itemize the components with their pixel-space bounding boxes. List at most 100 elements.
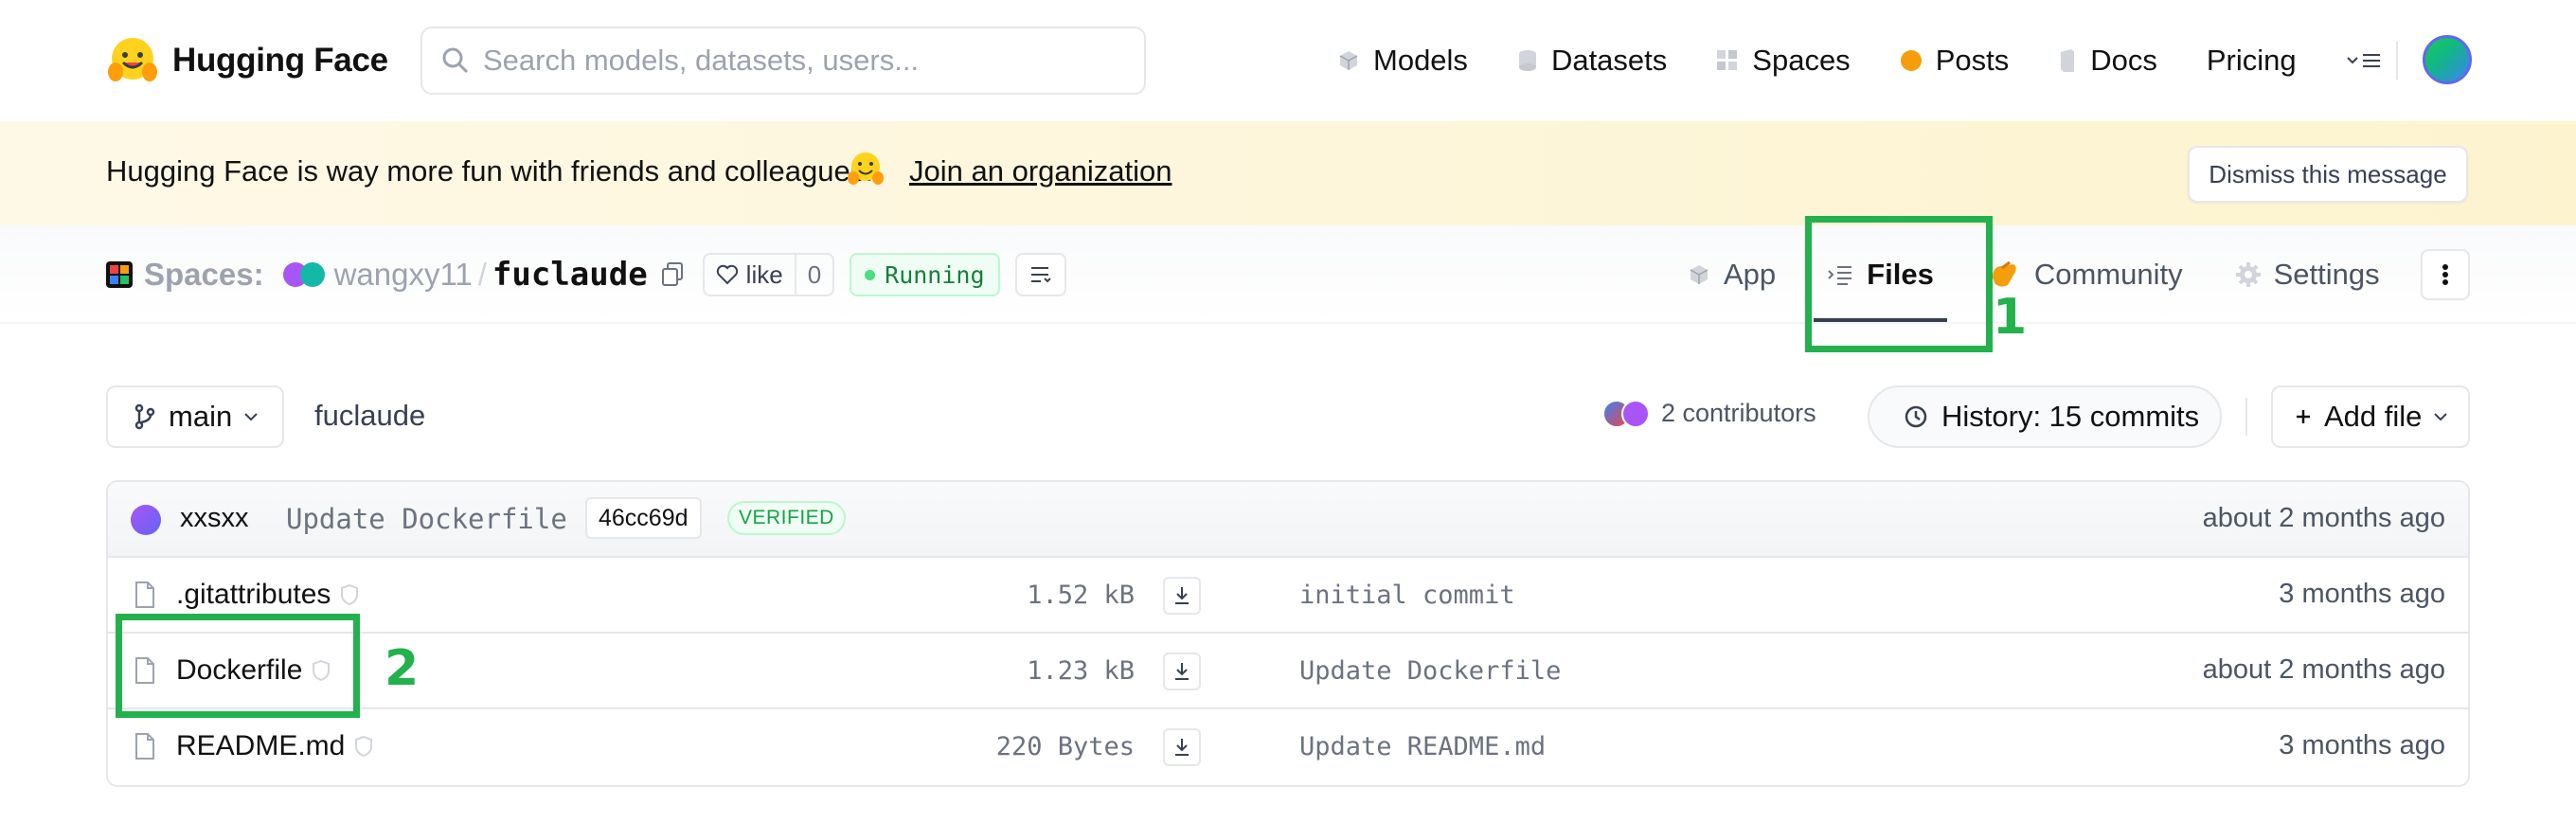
list-icon: [1030, 267, 1051, 283]
vertical-dots-icon: [2442, 264, 2448, 285]
logs-button[interactable]: [1014, 253, 1066, 296]
safe-shield-icon: [355, 736, 373, 757]
more-options-button[interactable]: [2421, 249, 2470, 300]
repo-name-link[interactable]: fuclaude: [492, 256, 648, 294]
brand-logo-link[interactable]: Hugging Face: [106, 32, 388, 89]
file-row[interactable]: .gitattributes 1.52 kB initial commit 3 …: [108, 558, 2468, 634]
annotation-number-1: 1: [1993, 289, 2028, 346]
nav-docs[interactable]: Docs: [2058, 44, 2157, 78]
running-status-badge[interactable]: Running: [850, 253, 1000, 296]
file-commit-message[interactable]: Update README.md: [1299, 732, 1546, 761]
file-row[interactable]: Dockerfile 1.23 kB Update Dockerfile abo…: [108, 634, 2468, 709]
status-dot-icon: [865, 269, 876, 280]
nav-posts-label: Posts: [1935, 44, 2010, 77]
like-button[interactable]: like 0: [702, 253, 835, 296]
cube-icon: [1690, 265, 1708, 284]
file-name: .gitattributes: [176, 579, 331, 610]
dismiss-banner-button[interactable]: Dismiss this message: [2188, 146, 2468, 203]
banner-text: Hugging Face is way more fun with friend…: [106, 154, 873, 188]
search-icon: [442, 47, 469, 74]
chevron-down-icon: [2434, 413, 2448, 421]
file-row[interactable]: README.md 220 Bytes Update README.md 3 m…: [108, 709, 2468, 785]
file-name-link[interactable]: .gitattributes: [176, 579, 359, 611]
file-commit-message[interactable]: Update Dockerfile: [1299, 656, 1561, 686]
repo-title-row: Spaces: wangxy11 / fuclaude like 0 Runni…: [106, 248, 1066, 301]
spaces-section-link[interactable]: Spaces:: [144, 257, 264, 293]
history-label: History: 15 commits: [1941, 400, 2200, 433]
add-file-button[interactable]: Add file: [2271, 385, 2470, 448]
search-box[interactable]: [420, 27, 1146, 95]
nav-posts[interactable]: Posts: [1900, 44, 2010, 78]
contributor-avatars: [1602, 399, 1650, 428]
like-count[interactable]: 0: [794, 255, 832, 295]
repo-owner-link[interactable]: wangxy11: [334, 257, 473, 293]
like-label: like: [745, 259, 783, 289]
nav-spaces[interactable]: Spaces: [1716, 44, 1851, 78]
history-button[interactable]: History: 15 commits: [1868, 385, 2222, 448]
nav-more-menu[interactable]: [2346, 49, 2382, 72]
tab-settings[interactable]: Settings: [2235, 225, 2380, 324]
nav-divider: [2396, 42, 2398, 80]
toolbar-divider: [2245, 398, 2247, 436]
community-icon: [1992, 260, 2016, 287]
repo-tabs: App Files Community Settings: [1688, 225, 2380, 324]
nav-pricing[interactable]: Pricing: [2207, 44, 2297, 78]
annotation-box-files-tab: [1805, 216, 1993, 352]
verified-badge: VERIFIED: [727, 501, 846, 535]
download-button[interactable]: [1163, 577, 1201, 615]
nav-datasets-label: Datasets: [1550, 44, 1668, 77]
nav-datasets[interactable]: Datasets: [1517, 44, 1667, 78]
commit-author[interactable]: xxsxx: [180, 503, 249, 534]
owner-avatar-secondary: [299, 262, 325, 287]
file-time: 3 months ago: [2279, 579, 2445, 609]
file-commit-message[interactable]: initial commit: [1299, 581, 1515, 610]
nav-models[interactable]: Models: [1337, 44, 1468, 78]
clock-icon: [1905, 405, 1927, 428]
download-button[interactable]: [1163, 728, 1201, 766]
heart-icon: [716, 264, 738, 285]
contributors-link[interactable]: 2 contributors: [1602, 399, 1816, 428]
file-name: README.md: [176, 730, 346, 761]
chevron-down-icon: [244, 413, 258, 421]
file-icon: [135, 733, 154, 760]
nav-models-label: Models: [1373, 44, 1468, 77]
hugging-face-logo-icon: [108, 38, 157, 81]
contributor-avatar-secondary: [1621, 399, 1650, 428]
cube-icon: [1339, 51, 1358, 70]
branch-icon: [134, 403, 155, 430]
commit-time: about 2 months ago: [2202, 503, 2445, 533]
tab-app[interactable]: App: [1688, 225, 1776, 324]
spaces-icon: [106, 261, 133, 288]
annotation-box-dockerfile: [116, 614, 360, 718]
main-nav-links: Models Datasets Spaces Posts Docs Pricin…: [1337, 32, 2382, 89]
file-table: xxsxx Update Dockerfile 46cc69d VERIFIED…: [106, 480, 2470, 787]
file-icon: [135, 581, 154, 608]
annotation-number-2: 2: [385, 640, 420, 697]
commit-sha[interactable]: 46cc69d: [585, 497, 702, 539]
download-icon: [1175, 587, 1189, 604]
nav-spaces-label: Spaces: [1752, 44, 1851, 77]
user-avatar[interactable]: [2423, 35, 2472, 84]
join-organization-link[interactable]: Join an organization: [909, 154, 1172, 188]
commit-author-avatar[interactable]: [131, 505, 161, 535]
add-file-label: Add file: [2324, 400, 2423, 433]
commit-message[interactable]: Update Dockerfile: [286, 503, 567, 535]
path-breadcrumb[interactable]: fuclaude: [314, 399, 425, 433]
search-input[interactable]: [483, 44, 1127, 78]
file-size: 220 Bytes: [995, 732, 1135, 761]
spaces-grid-icon: [1717, 50, 1738, 70]
tab-settings-label: Settings: [2273, 258, 2380, 291]
file-size: 1.23 kB: [1027, 656, 1135, 686]
branch-selector[interactable]: main: [106, 385, 284, 448]
path-separator: /: [477, 257, 487, 292]
branch-name: main: [169, 400, 233, 433]
hugging-emoji-icon: [848, 152, 884, 185]
top-navbar: Hugging Face Models Datasets Spaces Post…: [0, 0, 2576, 121]
file-time: 3 months ago: [2279, 730, 2445, 760]
copy-icon[interactable]: [661, 262, 684, 287]
download-button[interactable]: [1163, 653, 1201, 690]
file-name-link[interactable]: README.md: [176, 730, 373, 762]
like-toggle[interactable]: like: [705, 255, 795, 295]
brand-name: Hugging Face: [172, 42, 388, 79]
owner-avatars: [282, 262, 325, 287]
